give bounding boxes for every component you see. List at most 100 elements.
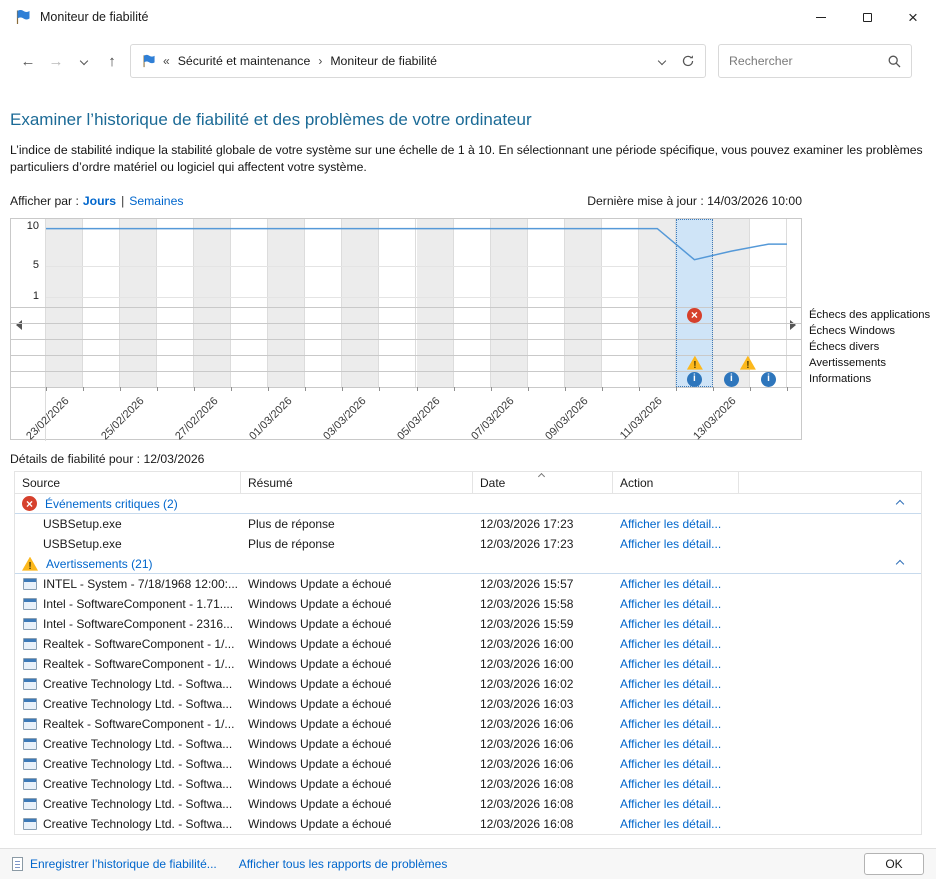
summary-cell: Windows Update a échoué [248,597,392,612]
chart-day-column[interactable] [120,219,158,388]
forward-icon[interactable] [42,47,70,75]
table-row[interactable]: Creative Technology Ltd. - Softwa... Wind… [15,674,921,694]
info-marker-icon[interactable] [723,371,739,387]
chart-scroll-left-icon[interactable] [16,320,22,331]
ok-button[interactable]: OK [864,853,924,875]
breadcrumb-reliability-monitor[interactable]: Moniteur de fiabilité [330,54,437,68]
date-cell: 12/03/2026 16:06 [480,737,574,752]
table-row[interactable]: Realtek - SoftwareComponent - 1/... Windo… [15,714,921,734]
chart-day-column[interactable] [749,219,787,388]
table-row[interactable]: INTEL - System - 7/18/1968 12:00:... Wind… [15,574,921,594]
chart-day-column[interactable] [342,219,380,388]
chart-day-column[interactable] [194,219,232,388]
chart-day-column[interactable] [416,219,454,388]
chart-day-column[interactable] [490,219,528,388]
chart-event-legend: Échecs des applications Échecs Windows Éch… [809,307,930,387]
back-icon[interactable] [14,47,42,75]
date-cell: 12/03/2026 17:23 [480,517,574,532]
chart-day-column[interactable] [46,219,84,388]
event-group-label: Événements critiques (2) [45,496,178,511]
save-history-link[interactable]: Enregistrer l’historique de fiabilité... [30,857,217,871]
refresh-icon[interactable] [681,54,695,68]
chart-scroll-right-icon[interactable] [790,320,796,331]
view-details-link[interactable]: Afficher les détail... [620,677,721,691]
table-row[interactable]: Creative Technology Ltd. - Softwa... Wind… [15,754,921,774]
search-box[interactable] [718,44,912,78]
source-text: Intel - SoftwareComponent - 1.71.... [43,597,234,612]
view-all-reports-link[interactable]: Afficher tous les rapports de problèmes [239,857,448,871]
view-details-link[interactable]: Afficher les détail... [620,697,721,711]
column-header-source[interactable]: Source [15,472,241,494]
view-details-link[interactable]: Afficher les détail... [620,577,721,591]
view-details-link[interactable]: Afficher les détail... [620,517,721,531]
source-text: Creative Technology Ltd. - Softwa... [43,677,233,692]
stability-chart[interactable]: 23/02/2026 25/02/2026 27/02/2026 01/03/2026… [10,218,802,443]
close-button[interactable] [890,0,936,34]
search-input[interactable] [729,54,888,68]
chart-day-column[interactable] [268,219,306,388]
view-by-days-link[interactable]: Jours [83,194,116,208]
view-details-link[interactable]: Afficher les détail... [620,637,721,651]
view-details-link[interactable]: Afficher les détail... [620,537,721,551]
minimize-button[interactable] [798,0,844,34]
collapse-chevron-icon[interactable] [895,559,905,568]
table-row[interactable]: Realtek - SoftwareComponent - 1/... Windo… [15,634,921,654]
recent-pages-chevron-icon[interactable] [70,47,98,75]
maximize-button[interactable] [844,0,890,34]
chart-row-separator [11,307,801,309]
chart-day-column[interactable] [527,219,565,388]
application-icon [23,818,37,831]
chart-day-column[interactable] [231,219,269,388]
view-details-link[interactable]: Afficher les détail... [620,817,721,831]
view-details-link[interactable]: Afficher les détail... [620,597,721,611]
table-row[interactable]: Creative Technology Ltd. - Softwa... Wind… [15,734,921,754]
table-row[interactable]: USBSetup.exe Plus de réponse 12/03/2026 17… [15,514,921,534]
x-axis-tick [453,387,455,392]
chart-day-column[interactable] [564,219,602,388]
application-icon [23,778,37,791]
column-header-date[interactable]: Date [473,472,613,494]
table-row[interactable]: Creative Technology Ltd. - Softwa... Wind… [15,814,921,834]
search-icon[interactable] [888,55,901,68]
up-icon[interactable] [98,47,126,75]
view-by-weeks-link[interactable]: Semaines [129,194,183,208]
view-details-link[interactable]: Afficher les détail... [620,717,721,731]
summary-cell: Windows Update a échoué [248,677,392,692]
collapse-chevron-icon[interactable] [895,499,905,508]
address-dropdown-chevron-icon[interactable] [657,56,667,66]
chart-day-column[interactable] [379,219,417,388]
table-row[interactable]: Creative Technology Ltd. - Softwa... Wind… [15,774,921,794]
address-bar[interactable]: « Sécurité et maintenance › Moniteur de … [130,44,706,78]
info-marker-icon[interactable] [686,371,702,387]
table-row[interactable]: Intel - SoftwareComponent - 1.71.... Wind… [15,594,921,614]
view-details-link[interactable]: Afficher les détail... [620,737,721,751]
view-details-link[interactable]: Afficher les détail... [620,617,721,631]
view-details-link[interactable]: Afficher les détail... [620,777,721,791]
source-cell: Creative Technology Ltd. - Softwa... [15,737,241,751]
view-details-link[interactable]: Afficher les détail... [620,797,721,811]
breadcrumb-security-maintenance[interactable]: Sécurité et maintenance [178,54,311,68]
chart-day-column[interactable] [83,219,121,388]
event-group-header[interactable]: Avertissements (21) [15,554,921,575]
chart-day-column[interactable] [157,219,195,388]
event-group-header[interactable]: Événements critiques (2) [15,494,921,515]
source-cell: Creative Technology Ltd. - Softwa... [15,797,241,811]
table-row[interactable]: Realtek - SoftwareComponent - 1/... Windo… [15,654,921,674]
chart-day-column[interactable] [453,219,491,388]
table-row[interactable]: USBSetup.exe Plus de réponse 12/03/2026 17… [15,534,921,554]
summary-cell: Windows Update a échoué [248,657,392,672]
x-axis-tick [268,387,270,392]
info-marker-icon[interactable] [761,371,776,387]
chart-day-column[interactable] [601,219,639,388]
error-marker-icon[interactable] [686,307,702,323]
view-details-link[interactable]: Afficher les détail... [620,757,721,771]
column-header-action[interactable]: Action [613,472,739,494]
x-axis-tick [675,387,677,392]
chart-day-column[interactable] [305,219,343,388]
view-details-link[interactable]: Afficher les détail... [620,657,721,671]
table-row[interactable]: Creative Technology Ltd. - Softwa... Wind… [15,694,921,714]
table-row[interactable]: Intel - SoftwareComponent - 2316... Windo… [15,614,921,634]
chart-day-column[interactable] [638,219,676,388]
column-header-summary[interactable]: Résumé [241,472,473,494]
table-row[interactable]: Creative Technology Ltd. - Softwa... Wind… [15,794,921,814]
